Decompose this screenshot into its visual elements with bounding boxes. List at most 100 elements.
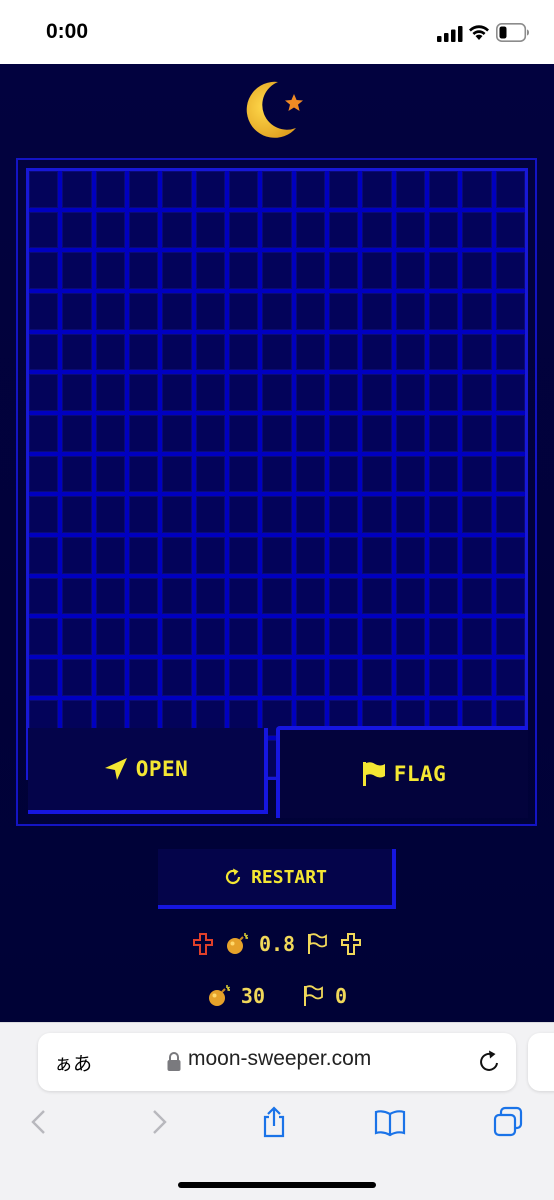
- grid-cell[interactable]: [62, 577, 92, 615]
- grid-cell[interactable]: [462, 211, 492, 249]
- grid-cell[interactable]: [129, 618, 159, 655]
- grid-cell[interactable]: [295, 252, 325, 289]
- grid-cell[interactable]: [295, 537, 325, 574]
- grid-cell[interactable]: [329, 333, 359, 371]
- grid-cell[interactable]: [262, 171, 292, 208]
- grid-cell[interactable]: [229, 293, 259, 330]
- grid-cell[interactable]: [195, 577, 225, 615]
- grid-cell[interactable]: [95, 293, 125, 330]
- grid-cell[interactable]: [495, 455, 525, 493]
- share-icon[interactable]: [258, 1106, 290, 1138]
- grid-cell[interactable]: [129, 455, 159, 493]
- grid-cell[interactable]: [395, 333, 425, 371]
- grid-cell[interactable]: [429, 618, 459, 655]
- grid-cell[interactable]: [262, 211, 292, 249]
- grid-cell[interactable]: [62, 293, 92, 330]
- grid-cell[interactable]: [429, 415, 459, 452]
- flag-mode-button[interactable]: FLAG: [276, 726, 528, 818]
- grid-cell[interactable]: [29, 211, 59, 249]
- grid-cell[interactable]: [62, 455, 92, 493]
- grid-cell[interactable]: [195, 496, 225, 533]
- grid-cell[interactable]: [95, 455, 125, 493]
- grid-cell[interactable]: [495, 577, 525, 615]
- grid-cell[interactable]: [495, 293, 525, 330]
- grid-cell[interactable]: [362, 618, 392, 655]
- grid-cell[interactable]: [362, 211, 392, 249]
- grid-cell[interactable]: [295, 374, 325, 411]
- grid-cell[interactable]: [195, 537, 225, 574]
- grid-cell[interactable]: [162, 211, 192, 249]
- bookmarks-icon[interactable]: [374, 1106, 406, 1138]
- grid-cell[interactable]: [162, 577, 192, 615]
- grid-cell[interactable]: [29, 537, 59, 574]
- grid-cell[interactable]: [429, 659, 459, 696]
- grid-cell[interactable]: [95, 374, 125, 411]
- grid-cell[interactable]: [95, 211, 125, 249]
- grid-cell[interactable]: [329, 496, 359, 533]
- grid-cell[interactable]: [229, 455, 259, 493]
- grid-cell[interactable]: [129, 577, 159, 615]
- grid-cell[interactable]: [395, 252, 425, 289]
- grid-cell[interactable]: [162, 659, 192, 696]
- grid-cell[interactable]: [429, 537, 459, 574]
- grid-cell[interactable]: [262, 252, 292, 289]
- grid-cell[interactable]: [162, 455, 192, 493]
- grid-cell[interactable]: [495, 618, 525, 655]
- grid-cell[interactable]: [429, 171, 459, 208]
- grid-cell[interactable]: [495, 171, 525, 208]
- reload-icon[interactable]: [476, 1049, 502, 1075]
- open-mode-button[interactable]: OPEN: [28, 728, 268, 814]
- grid-cell[interactable]: [295, 333, 325, 371]
- grid-cell[interactable]: [95, 618, 125, 655]
- grid-cell[interactable]: [395, 618, 425, 655]
- grid-cell[interactable]: [329, 252, 359, 289]
- grid-cell[interactable]: [195, 252, 225, 289]
- grid-cell[interactable]: [62, 171, 92, 208]
- grid-cell[interactable]: [95, 537, 125, 574]
- grid-cell[interactable]: [362, 659, 392, 696]
- grid-cell[interactable]: [362, 496, 392, 533]
- grid-cell[interactable]: [362, 252, 392, 289]
- grid-cell[interactable]: [395, 496, 425, 533]
- grid-cell[interactable]: [62, 333, 92, 371]
- grid-cell[interactable]: [262, 333, 292, 371]
- next-tab-preview[interactable]: [528, 1033, 554, 1091]
- grid-cell[interactable]: [462, 252, 492, 289]
- grid-cell[interactable]: [395, 537, 425, 574]
- grid-cell[interactable]: [195, 333, 225, 371]
- grid-cell[interactable]: [362, 537, 392, 574]
- grid-cell[interactable]: [229, 171, 259, 208]
- grid-cell[interactable]: [295, 659, 325, 696]
- grid-cell[interactable]: [295, 455, 325, 493]
- grid-cell[interactable]: [262, 496, 292, 533]
- grid-cell[interactable]: [262, 374, 292, 411]
- grid-cell[interactable]: [462, 293, 492, 330]
- grid-cell[interactable]: [495, 252, 525, 289]
- grid-cell[interactable]: [29, 496, 59, 533]
- text-size-button[interactable]: ぁあ: [54, 1049, 92, 1076]
- grid-cell[interactable]: [29, 333, 59, 371]
- grid-cell[interactable]: [62, 415, 92, 452]
- grid-cell[interactable]: [95, 415, 125, 452]
- grid-cell[interactable]: [362, 171, 392, 208]
- grid-cell[interactable]: [395, 293, 425, 330]
- grid-cell[interactable]: [162, 374, 192, 411]
- grid-cell[interactable]: [262, 618, 292, 655]
- grid-cell[interactable]: [329, 455, 359, 493]
- grid-cell[interactable]: [362, 293, 392, 330]
- grid-cell[interactable]: [162, 496, 192, 533]
- grid-cell[interactable]: [295, 293, 325, 330]
- grid-cell[interactable]: [329, 659, 359, 696]
- grid-cell[interactable]: [62, 537, 92, 574]
- grid-cell[interactable]: [229, 659, 259, 696]
- grid-cell[interactable]: [329, 577, 359, 615]
- back-icon[interactable]: [24, 1106, 56, 1138]
- grid-cell[interactable]: [162, 333, 192, 371]
- restart-button[interactable]: RESTART: [158, 849, 396, 909]
- grid-cell[interactable]: [395, 455, 425, 493]
- grid-cell[interactable]: [262, 577, 292, 615]
- grid-cell[interactable]: [229, 333, 259, 371]
- grid-cell[interactable]: [95, 496, 125, 533]
- grid-cell[interactable]: [495, 211, 525, 249]
- grid-cell[interactable]: [329, 171, 359, 208]
